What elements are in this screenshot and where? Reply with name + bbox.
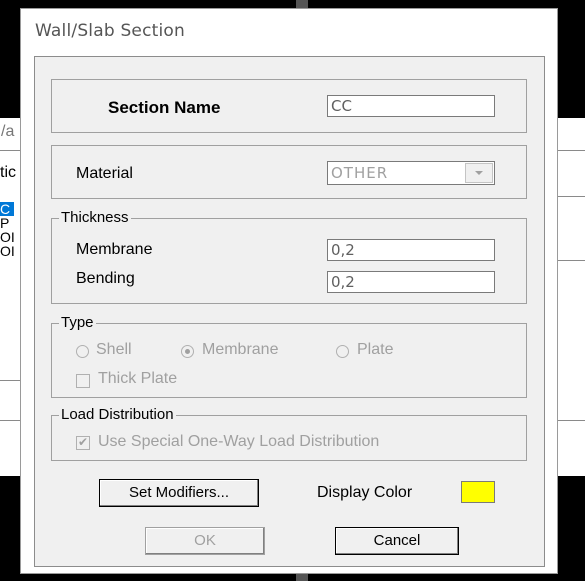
background-divider <box>0 420 22 421</box>
background-list-item: OI <box>0 243 15 259</box>
chevron-down-icon <box>475 171 483 175</box>
wall-slab-section-dialog: Wall/Slab Section Section Name CC Materi… <box>20 8 558 574</box>
membrane-radio-label: Membrane <box>202 341 279 358</box>
background-divider <box>558 260 585 261</box>
background-scroll-track <box>296 0 308 8</box>
section-name-input[interactable]: CC <box>327 95 495 117</box>
background-window-right <box>558 118 585 476</box>
material-dropdown-value: OTHER <box>331 164 389 182</box>
load-distribution-caption: Load Distribution <box>59 406 176 423</box>
background-scroll-track <box>296 574 308 581</box>
bending-thickness-input[interactable]: 0,2 <box>327 271 495 293</box>
background-divider <box>0 150 22 151</box>
dialog-title: Wall/Slab Section <box>35 21 186 41</box>
background-divider <box>558 150 585 151</box>
thickness-caption: Thickness <box>59 209 131 226</box>
material-group: Material OTHER <box>51 145 527 199</box>
background-text-fragment: /a <box>1 123 15 140</box>
type-caption: Type <box>59 314 96 331</box>
background-divider <box>558 420 585 421</box>
membrane-label: Membrane <box>76 241 153 258</box>
dropdown-arrow-button[interactable] <box>465 163 493 183</box>
display-color-swatch[interactable] <box>461 481 495 503</box>
membrane-radio[interactable] <box>181 345 194 358</box>
set-modifiers-button[interactable]: Set Modifiers... <box>99 479 259 507</box>
display-color-label: Display Color <box>317 484 413 501</box>
membrane-thickness-input[interactable]: 0,2 <box>327 239 495 261</box>
plate-radio-label: Plate <box>357 341 394 358</box>
background-divider <box>558 196 585 197</box>
background-text-fragment: tic <box>0 164 16 181</box>
bending-label: Bending <box>76 270 135 287</box>
load-distribution-group: Load Distribution ✔ Use Special One-Way … <box>51 406 527 461</box>
material-dropdown[interactable]: OTHER <box>327 161 495 185</box>
section-name-group: Section Name CC <box>51 79 527 133</box>
section-name-label: Section Name <box>108 98 221 117</box>
ok-button[interactable]: OK <box>145 527 265 555</box>
one-way-load-checkbox[interactable]: ✔ <box>76 435 90 450</box>
one-way-load-label: Use Special One-Way Load Distribution <box>98 433 380 450</box>
thick-plate-checkbox[interactable] <box>76 374 90 388</box>
shell-radio-label: Shell <box>96 341 132 358</box>
plate-radio[interactable] <box>336 345 349 358</box>
cancel-button[interactable]: Cancel <box>335 527 459 555</box>
thickness-group: Thickness Membrane 0,2 Bending 0,2 <box>51 209 527 304</box>
shell-radio[interactable] <box>76 345 89 358</box>
material-label: Material <box>76 165 133 182</box>
dialog-client-area: Section Name CC Material OTHER Thickness… <box>34 56 545 567</box>
background-divider <box>0 380 22 381</box>
thick-plate-label: Thick Plate <box>98 370 178 387</box>
type-group: Type Shell Membrane Plate Thick Plate <box>51 314 527 398</box>
checkmark-icon: ✔ <box>78 435 89 449</box>
